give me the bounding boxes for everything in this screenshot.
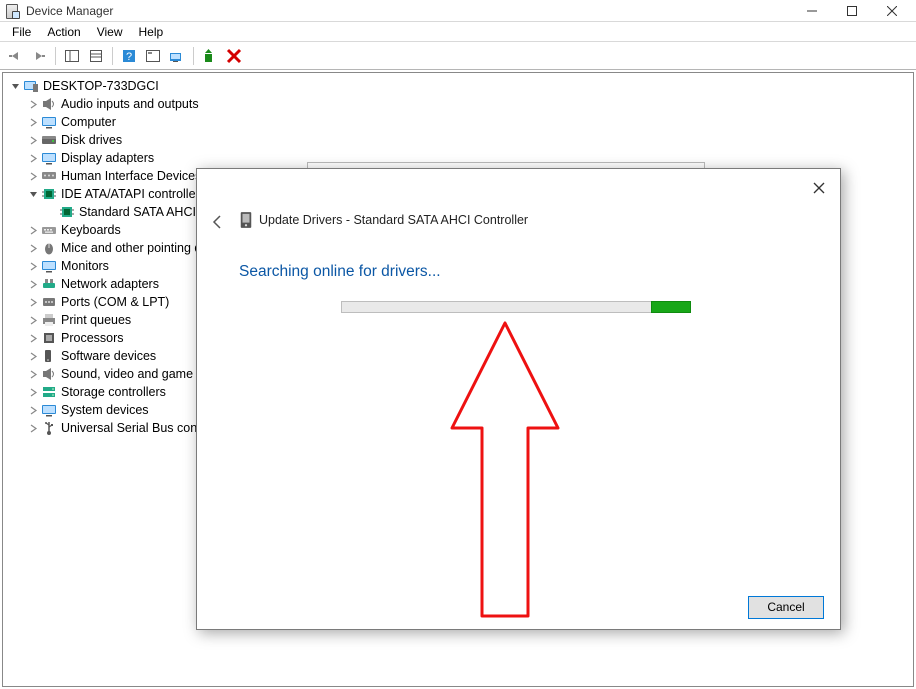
menubar: File Action View Help <box>0 22 916 42</box>
chevron-right-icon[interactable] <box>27 242 39 254</box>
close-window-button[interactable] <box>872 0 912 22</box>
mouse-icon <box>41 240 57 256</box>
dialog-heading: Searching online for drivers... <box>239 263 441 281</box>
chevron-right-icon[interactable] <box>27 170 39 182</box>
chevron-right-icon[interactable] <box>27 368 39 380</box>
tree-item-label: Universal Serial Bus contro <box>61 419 212 437</box>
chevron-right-icon[interactable] <box>27 422 39 434</box>
help-button[interactable]: ? <box>118 45 140 67</box>
show-hide-tree-button[interactable] <box>61 45 83 67</box>
chevron-right-icon[interactable] <box>27 332 39 344</box>
nav-forward-button[interactable] <box>28 45 50 67</box>
monitor-icon <box>41 150 57 166</box>
action-2-button[interactable] <box>142 45 164 67</box>
port-icon <box>41 294 57 310</box>
dialog-back-button[interactable] <box>209 213 227 231</box>
drive-icon <box>239 211 255 231</box>
monitor-icon <box>41 402 57 418</box>
tree-item-label: Human Interface Devices <box>61 167 201 185</box>
window-title: Device Manager <box>26 4 113 18</box>
chevron-right-icon[interactable] <box>27 134 39 146</box>
chevron-right-icon[interactable] <box>27 296 39 308</box>
tree-item[interactable]: Disk drives <box>9 131 907 149</box>
tree-item-label: Keyboards <box>61 221 121 239</box>
chip-icon <box>41 186 57 202</box>
tree-item-label: Sound, video and game co <box>61 365 210 383</box>
speaker-icon <box>41 96 57 112</box>
tree-item-label: Ports (COM & LPT) <box>61 293 169 311</box>
menu-file[interactable]: File <box>4 24 39 40</box>
tree-item[interactable]: Computer <box>9 113 907 131</box>
tree-item-label: Storage controllers <box>61 383 166 401</box>
chevron-down-icon[interactable] <box>9 80 21 92</box>
keyboard-icon <box>41 222 57 238</box>
progress-fill <box>651 301 691 313</box>
dialog-title: Update Drivers - Standard SATA AHCI Cont… <box>259 213 528 227</box>
disk-icon <box>41 132 57 148</box>
tree-item-label: IDE ATA/ATAPI controllers <box>61 185 206 203</box>
chevron-right-icon[interactable] <box>27 98 39 110</box>
svg-text:?: ? <box>126 51 132 63</box>
chevron-right-icon[interactable] <box>27 152 39 164</box>
tree-item-label: Network adapters <box>61 275 159 293</box>
progress-bar <box>341 301 691 313</box>
usb-icon <box>41 420 57 436</box>
chevron-down-icon[interactable] <box>27 188 39 200</box>
monitor-icon <box>41 258 57 274</box>
tree-item-label: Processors <box>61 329 124 347</box>
speaker-icon <box>41 366 57 382</box>
monitor-icon <box>41 114 57 130</box>
tree-item-label: Audio inputs and outputs <box>61 95 199 113</box>
tree-root-label: DESKTOP-733DGCI <box>43 77 159 95</box>
toolbar: ? <box>0 42 916 70</box>
minimize-button[interactable] <box>792 0 832 22</box>
chevron-right-icon[interactable] <box>27 116 39 128</box>
chevron-right-icon[interactable] <box>27 278 39 290</box>
net-icon <box>41 276 57 292</box>
tree-item-label: Display adapters <box>61 149 154 167</box>
update-driver-button[interactable] <box>199 45 221 67</box>
update-drivers-dialog: Update Drivers - Standard SATA AHCI Cont… <box>196 168 841 630</box>
device-manager-icon <box>4 3 20 19</box>
cancel-button[interactable]: Cancel <box>748 596 824 619</box>
tree-item[interactable]: Audio inputs and outputs <box>9 95 907 113</box>
tree-item-label: Software devices <box>61 347 156 365</box>
printer-icon <box>41 312 57 328</box>
chevron-right-icon[interactable] <box>27 224 39 236</box>
tree-item[interactable]: Display adapters <box>9 149 907 167</box>
chevron-right-icon[interactable] <box>27 386 39 398</box>
titlebar: Device Manager <box>0 0 916 22</box>
maximize-button[interactable] <box>832 0 872 22</box>
chevron-right-icon[interactable] <box>27 260 39 272</box>
tree-item-label: System devices <box>61 401 149 419</box>
uninstall-device-button[interactable] <box>223 45 245 67</box>
scan-hardware-button[interactable] <box>166 45 188 67</box>
soft-icon <box>41 348 57 364</box>
chip-icon <box>59 204 75 220</box>
tree-item-label: Disk drives <box>61 131 122 149</box>
properties-button[interactable] <box>85 45 107 67</box>
menu-action[interactable]: Action <box>39 24 88 40</box>
tree-item-label: Computer <box>61 113 116 131</box>
cpu-icon <box>41 330 57 346</box>
menu-view[interactable]: View <box>89 24 131 40</box>
chevron-right-icon[interactable] <box>27 314 39 326</box>
chevron-right-icon[interactable] <box>27 404 39 416</box>
dialog-close-button[interactable] <box>810 179 828 197</box>
chevron-right-icon[interactable] <box>27 350 39 362</box>
computer-icon <box>23 78 39 94</box>
tree-item-label: Monitors <box>61 257 109 275</box>
hid-icon <box>41 168 57 184</box>
tree-item-label: Print queues <box>61 311 131 329</box>
tree-root[interactable]: DESKTOP-733DGCI <box>9 77 907 95</box>
nav-back-button[interactable] <box>4 45 26 67</box>
tree-item-label: Mice and other pointing de <box>61 239 208 257</box>
storage-icon <box>41 384 57 400</box>
tree-child-label: Standard SATA AHCI Co <box>79 203 215 221</box>
menu-help[interactable]: Help <box>131 24 172 40</box>
